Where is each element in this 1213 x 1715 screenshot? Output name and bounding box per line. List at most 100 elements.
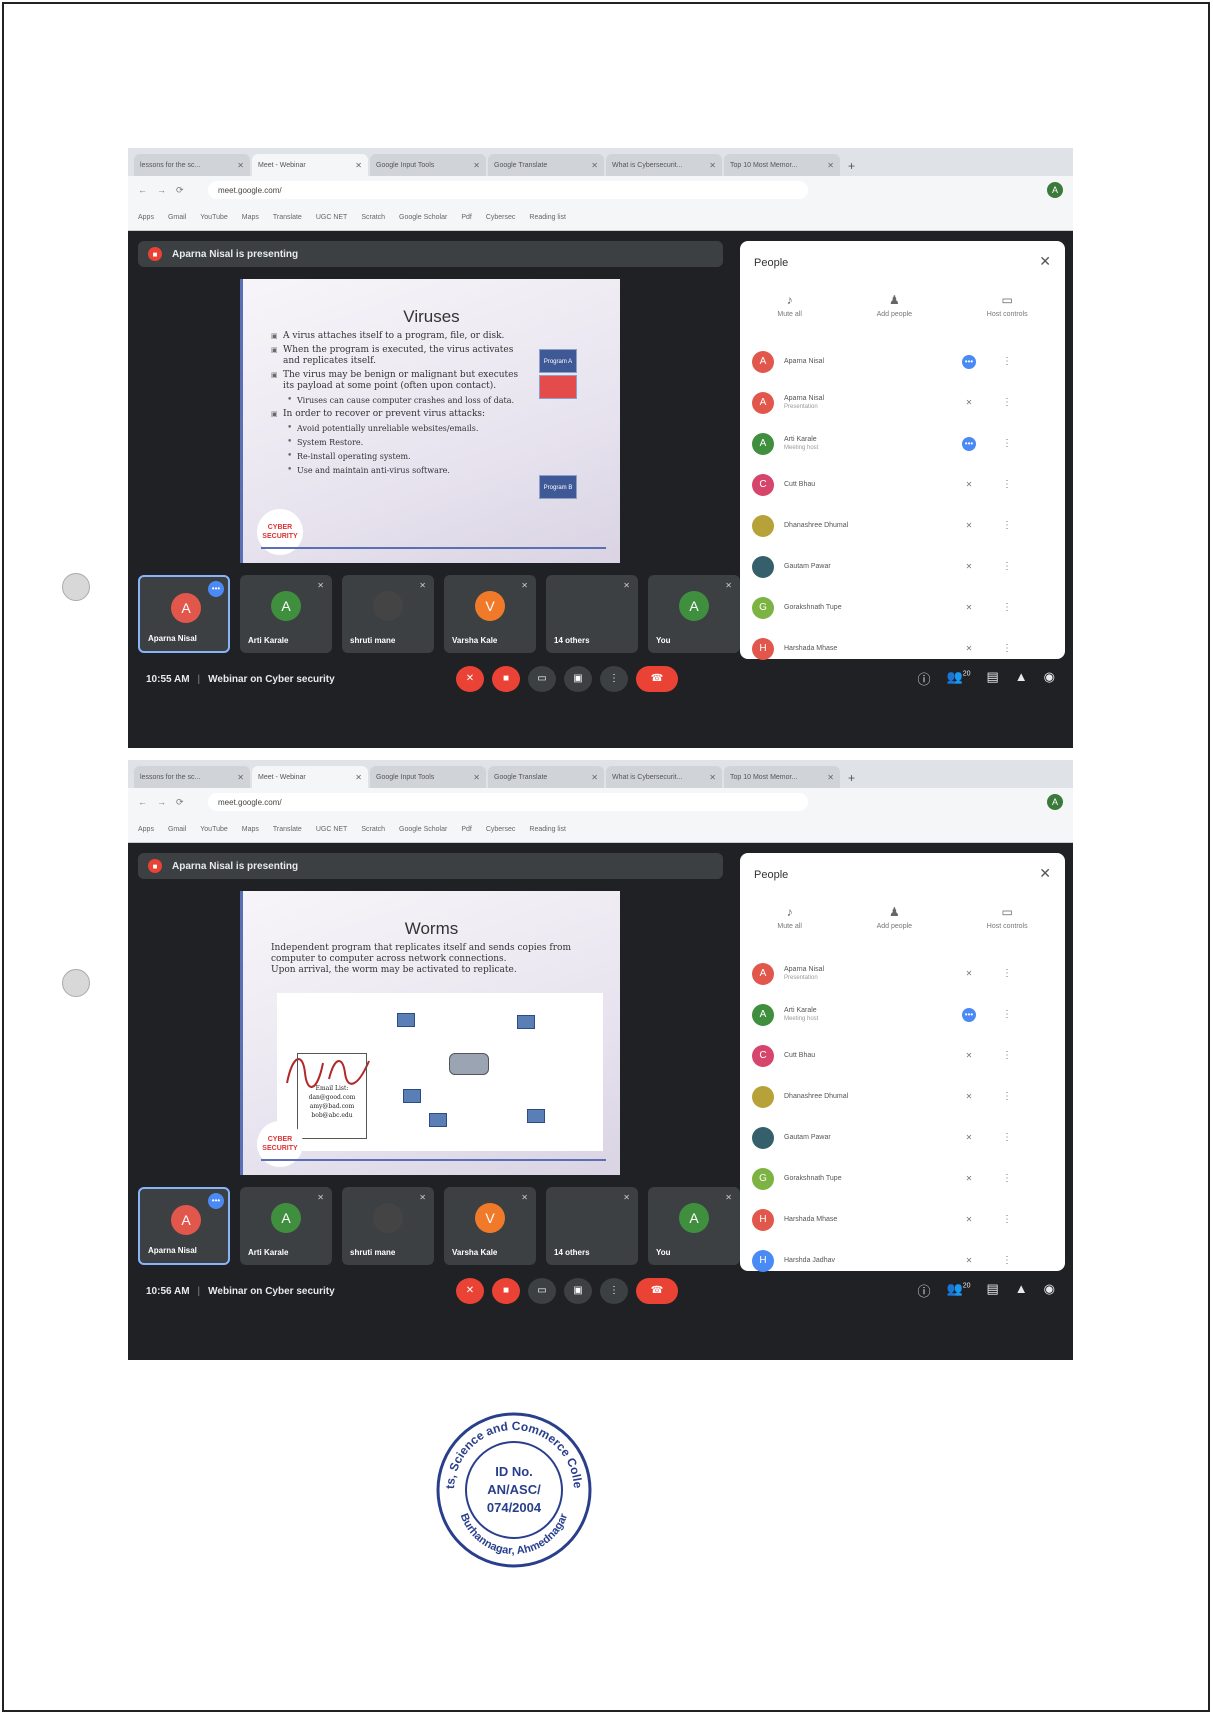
browser-tab[interactable]: Meet - Webinar ✕: [252, 154, 368, 176]
people-list-item[interactable]: G Gorakshnath Tupe ✕ ⋮: [740, 587, 1065, 628]
host-controls-icon[interactable]: ◉: [1044, 1281, 1055, 1300]
close-tab-icon[interactable]: ✕: [827, 773, 834, 782]
people-list-item[interactable]: C Cutt Bhau ✕ ⋮: [740, 1035, 1065, 1076]
people-list-item[interactable]: A Aparna Nisal Presentation ✕ ⋮: [740, 953, 1065, 994]
people-list-item[interactable]: Gautam Pawar ✕ ⋮: [740, 546, 1065, 587]
close-tab-icon[interactable]: ✕: [355, 161, 362, 170]
participant-tile[interactable]: A Arti Karale ✕: [240, 1187, 332, 1265]
bookmark-item[interactable]: Reading list: [529, 826, 566, 833]
end-call-button[interactable]: ☎: [636, 666, 678, 692]
close-tab-icon[interactable]: ✕: [473, 773, 480, 782]
bookmark-item[interactable]: Translate: [273, 214, 302, 221]
profile-avatar[interactable]: A: [1047, 794, 1063, 810]
mic-off-icon[interactable]: ✕: [962, 396, 976, 410]
close-tab-icon[interactable]: ✕: [237, 773, 244, 782]
participant-tile[interactable]: A Aparna Nisal •••: [138, 1187, 230, 1265]
participant-tile[interactable]: shruti mane ✕: [342, 575, 434, 653]
bookmark-item[interactable]: YouTube: [200, 214, 228, 221]
new-tab-icon[interactable]: +: [848, 771, 855, 785]
close-tab-icon[interactable]: ✕: [237, 161, 244, 170]
profile-avatar[interactable]: A: [1047, 182, 1063, 198]
mic-off-icon[interactable]: ✕: [962, 1131, 976, 1145]
end-call-button[interactable]: ☎: [636, 1278, 678, 1304]
bookmark-item[interactable]: Pdf: [461, 214, 472, 221]
speaking-icon[interactable]: •••: [962, 1007, 976, 1022]
bookmark-item[interactable]: YouTube: [200, 826, 228, 833]
bookmark-item[interactable]: Apps: [138, 214, 154, 221]
participant-tile[interactable]: 14 others ✕: [546, 575, 638, 653]
people-action-button[interactable]: ▭ Host controls: [987, 293, 1028, 333]
bookmark-item[interactable]: Scratch: [361, 826, 385, 833]
participant-tile[interactable]: 14 others ✕: [546, 1187, 638, 1265]
speaking-icon[interactable]: •••: [962, 354, 976, 369]
more-icon[interactable]: ⋮: [1002, 561, 1012, 572]
people-list-item[interactable]: Dhanashree Dhumal ✕ ⋮: [740, 1076, 1065, 1117]
close-icon[interactable]: ✕: [1039, 865, 1051, 882]
participant-tile[interactable]: V Varsha Kale ✕: [444, 1187, 536, 1265]
people-action-button[interactable]: ▭ Host controls: [987, 905, 1028, 945]
close-tab-icon[interactable]: ✕: [709, 773, 716, 782]
more-icon[interactable]: ⋮: [1002, 1132, 1012, 1143]
mic-toggle-button[interactable]: ✕: [456, 666, 484, 692]
close-tab-icon[interactable]: ✕: [591, 161, 598, 170]
present-button[interactable]: ▣: [564, 666, 592, 692]
more-icon[interactable]: ⋮: [1002, 1173, 1012, 1184]
browser-tab[interactable]: lessons for the sc... ✕: [134, 766, 250, 788]
speaking-icon[interactable]: •••: [962, 436, 976, 451]
bookmark-item[interactable]: Reading list: [529, 214, 566, 221]
more-icon[interactable]: ⋮: [1002, 438, 1012, 449]
bookmark-item[interactable]: Cybersec: [486, 826, 516, 833]
mic-off-icon[interactable]: ✕: [962, 1213, 976, 1227]
bookmark-item[interactable]: Google Scholar: [399, 826, 447, 833]
bookmark-item[interactable]: Maps: [242, 214, 259, 221]
activities-icon[interactable]: ▲: [1015, 669, 1028, 688]
bookmark-item[interactable]: Gmail: [168, 826, 186, 833]
people-action-button[interactable]: ♟ Add people: [877, 905, 912, 945]
info-icon[interactable]: ⓘ: [917, 1281, 930, 1300]
more-icon[interactable]: ⋮: [1002, 643, 1012, 654]
more-icon[interactable]: ⋮: [1002, 1255, 1012, 1266]
new-tab-icon[interactable]: +: [848, 159, 855, 173]
nav-arrows-icon[interactable]: ←→⟳: [138, 185, 208, 196]
close-tab-icon[interactable]: ✕: [473, 161, 480, 170]
people-action-button[interactable]: ♪ Mute all: [777, 905, 802, 945]
people-icon[interactable]: 👥20: [947, 669, 971, 688]
browser-tab[interactable]: Meet - Webinar ✕: [252, 766, 368, 788]
bookmark-item[interactable]: Google Scholar: [399, 214, 447, 221]
more-icon[interactable]: ⋮: [1002, 1214, 1012, 1225]
people-action-button[interactable]: ♟ Add people: [877, 293, 912, 333]
participant-tile[interactable]: A Arti Karale ✕: [240, 575, 332, 653]
mic-off-icon[interactable]: ✕: [962, 519, 976, 533]
mic-off-icon[interactable]: ✕: [962, 1254, 976, 1268]
more-icon[interactable]: ⋮: [1002, 602, 1012, 613]
participant-tile[interactable]: V Varsha Kale ✕: [444, 575, 536, 653]
mic-off-icon[interactable]: ✕: [962, 560, 976, 574]
people-list-item[interactable]: Dhanashree Dhumal ✕ ⋮: [740, 505, 1065, 546]
info-icon[interactable]: ⓘ: [917, 669, 930, 688]
bookmark-item[interactable]: UGC NET: [316, 826, 348, 833]
mic-off-icon[interactable]: ✕: [962, 478, 976, 492]
more-icon[interactable]: ⋮: [1002, 356, 1012, 367]
mic-off-icon[interactable]: ✕: [962, 642, 976, 656]
bookmark-item[interactable]: Cybersec: [486, 214, 516, 221]
participant-tile[interactable]: A You ✕: [648, 575, 740, 653]
people-list-item[interactable]: G Gorakshnath Tupe ✕ ⋮: [740, 1158, 1065, 1199]
close-icon[interactable]: ✕: [1039, 253, 1051, 270]
browser-tab[interactable]: What is Cybersecurit... ✕: [606, 766, 722, 788]
mic-off-icon[interactable]: ✕: [962, 601, 976, 615]
people-list-item[interactable]: A Arti Karale Meeting host ••• ⋮: [740, 423, 1065, 464]
more-icon[interactable]: ⋮: [1002, 397, 1012, 408]
activities-icon[interactable]: ▲: [1015, 1281, 1028, 1300]
captions-button[interactable]: ▭: [528, 666, 556, 692]
more-options-button[interactable]: ⋮: [600, 666, 628, 692]
address-bar[interactable]: meet.google.com/: [208, 793, 808, 811]
people-list-item[interactable]: A Arti Karale Meeting host ••• ⋮: [740, 994, 1065, 1035]
browser-tab[interactable]: lessons for the sc... ✕: [134, 154, 250, 176]
more-options-button[interactable]: ⋮: [600, 1278, 628, 1304]
bookmark-item[interactable]: Pdf: [461, 826, 472, 833]
bookmark-item[interactable]: Apps: [138, 826, 154, 833]
people-icon[interactable]: 👥20: [947, 1281, 971, 1300]
mic-off-icon[interactable]: ✕: [962, 967, 976, 981]
participant-tile[interactable]: A You ✕: [648, 1187, 740, 1265]
camera-toggle-button[interactable]: ■: [492, 666, 520, 692]
